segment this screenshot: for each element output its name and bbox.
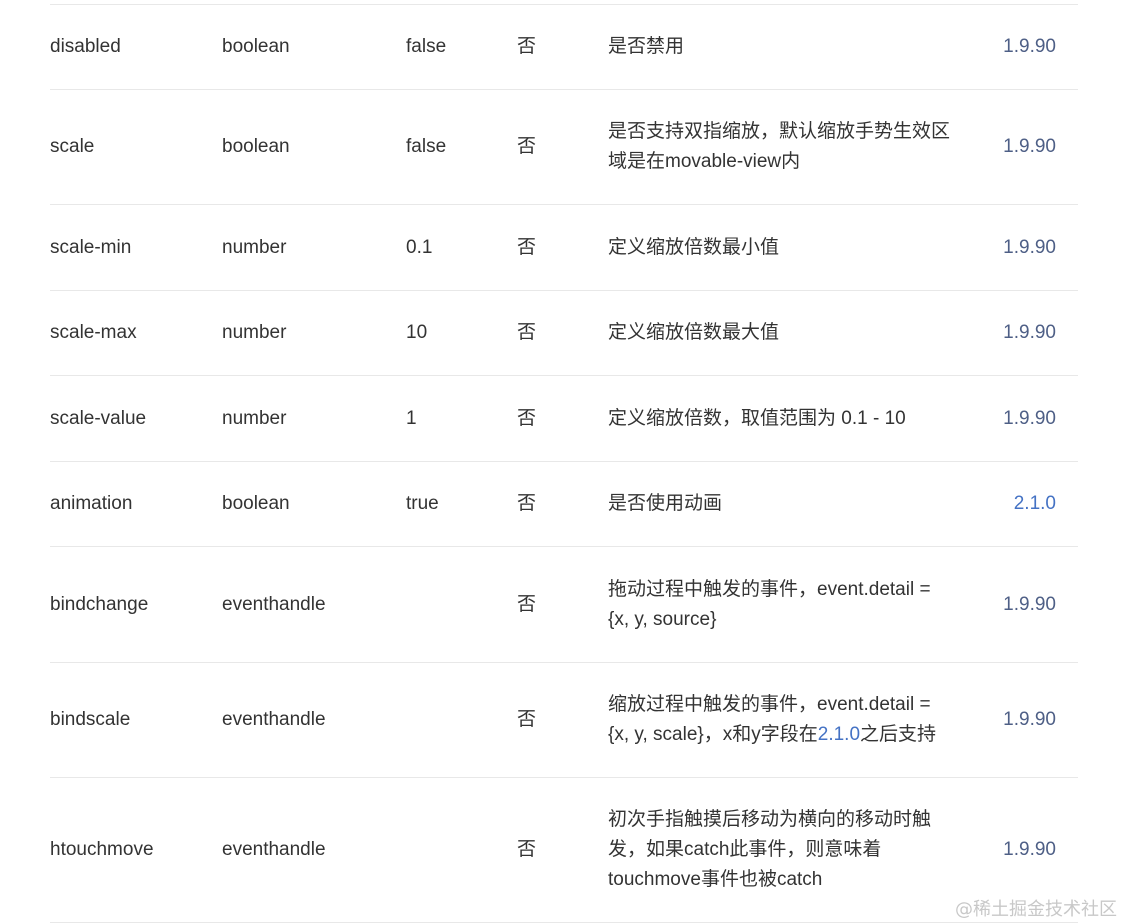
watermark: @稀土掘金技术社区 [955, 899, 1117, 920]
prop-required: 否 [517, 407, 537, 429]
prop-name: disabled [50, 36, 121, 57]
prop-name: scale-min [50, 236, 132, 258]
prop-name: animation [50, 493, 133, 514]
prop-type: number [222, 322, 287, 343]
desc-line: 域是在movable-view内 [608, 151, 801, 172]
prop-version: 1.9.90 [1003, 136, 1056, 157]
prop-required: 否 [517, 709, 537, 730]
prop-default: 1 [406, 407, 417, 429]
prop-type: number [222, 236, 287, 258]
desc-line: 定义缩放倍数最小值 [608, 236, 780, 258]
prop-version: 1.9.90 [1003, 839, 1056, 860]
prop-name: htouchmove [50, 839, 154, 860]
prop-required: 否 [517, 322, 537, 343]
desc-line: 定义缩放倍数，取值范围为 0.1 - 10 [608, 407, 906, 429]
table-row: scale-value number 1 否 定义缩放倍数，取值范围为 0.1 … [50, 376, 1078, 462]
props-table: disabled boolean false 否 是否禁用 1.9.90 sca… [50, 4, 1078, 923]
prop-type: boolean [222, 136, 290, 157]
desc-line: {x, y, source} [608, 608, 717, 630]
prop-default: false [406, 136, 447, 157]
prop-description: 初次手指触摸后移动为横向的移动时触 发，如果catch此事件，则意味着 touc… [608, 805, 952, 895]
desc-line: 是否使用动画 [608, 493, 723, 514]
desc-line: 拖动过程中触发的事件，event.detail = [608, 578, 931, 600]
prop-name: scale-value [50, 407, 147, 429]
prop-version: 1.9.90 [1003, 236, 1056, 258]
prop-default: 10 [406, 322, 428, 343]
prop-version: 1.9.90 [1003, 322, 1056, 343]
prop-required: 否 [517, 493, 537, 514]
table-row: bindscale eventhandle 否 缩放过程中触发的事件，event… [50, 663, 1078, 778]
prop-description: 定义缩放倍数最小值 [608, 233, 952, 263]
prop-default: 0.1 [406, 236, 433, 258]
prop-type: boolean [222, 493, 290, 514]
prop-version: 1.9.90 [1003, 407, 1056, 429]
prop-required: 否 [517, 136, 537, 157]
prop-description: 是否使用动画 [608, 489, 952, 519]
prop-version: 1.9.90 [1003, 593, 1056, 615]
table-row: scale-min number 0.1 否 定义缩放倍数最小值 1.9.90 [50, 205, 1078, 291]
prop-required: 否 [517, 36, 537, 57]
desc-line: 是否支持双指缩放，默认缩放手势生效区 [608, 121, 951, 142]
table-row: scale-max number 10 否 定义缩放倍数最大值 1.9.90 [50, 291, 1078, 376]
prop-version: 1.9.90 [1003, 709, 1056, 730]
prop-description: 是否禁用 [608, 32, 952, 62]
prop-description: 定义缩放倍数，取值范围为 0.1 - 10 [608, 404, 952, 434]
prop-description: 缩放过程中触发的事件，event.detail = {x, y, scale}，… [608, 690, 952, 750]
prop-description: 是否支持双指缩放，默认缩放手势生效区 域是在movable-view内 [608, 117, 952, 177]
prop-default: false [406, 36, 447, 57]
desc-line-with-link: {x, y, scale}，x和y字段在2.1.0之后支持 [608, 724, 937, 745]
desc-line: touchmove事件也被catch [608, 869, 823, 890]
prop-type: eventhandle [222, 593, 326, 615]
prop-version: 2.1.0 [1013, 493, 1056, 514]
prop-type: eventhandle [222, 839, 326, 860]
prop-description: 拖动过程中触发的事件，event.detail = {x, y, source} [608, 575, 952, 635]
prop-type: number [222, 407, 287, 429]
desc-line: 是否禁用 [608, 36, 685, 57]
table-row: bindchange eventhandle 否 拖动过程中触发的事件，even… [50, 547, 1078, 663]
prop-type: boolean [222, 36, 290, 57]
prop-required: 否 [517, 236, 537, 258]
prop-name: bindscale [50, 709, 131, 730]
desc-line: 缩放过程中触发的事件，event.detail = [608, 694, 931, 715]
prop-name: scale-max [50, 322, 137, 343]
desc-line: 定义缩放倍数最大值 [608, 322, 780, 343]
prop-name: scale [50, 136, 95, 157]
table-row: scale boolean false 否 是否支持双指缩放，默认缩放手势生效区… [50, 90, 1078, 205]
prop-default: true [406, 493, 439, 514]
table-row: animation boolean true 否 是否使用动画 2.1.0 [50, 462, 1078, 547]
table-row: disabled boolean false 否 是否禁用 1.9.90 [50, 5, 1078, 90]
table-row: htouchmove eventhandle 否 初次手指触摸后移动为横向的移动… [50, 778, 1078, 923]
prop-type: eventhandle [222, 709, 326, 730]
desc-line: 初次手指触摸后移动为横向的移动时触 [608, 809, 932, 830]
desc-line: 发，如果catch此事件，则意味着 [608, 839, 882, 860]
prop-description: 定义缩放倍数最大值 [608, 318, 952, 348]
prop-required: 否 [517, 593, 537, 615]
prop-version: 1.9.90 [1003, 36, 1056, 57]
prop-required: 否 [517, 839, 537, 860]
prop-name: bindchange [50, 593, 149, 615]
version-link[interactable]: 2.1.0 [818, 724, 860, 745]
